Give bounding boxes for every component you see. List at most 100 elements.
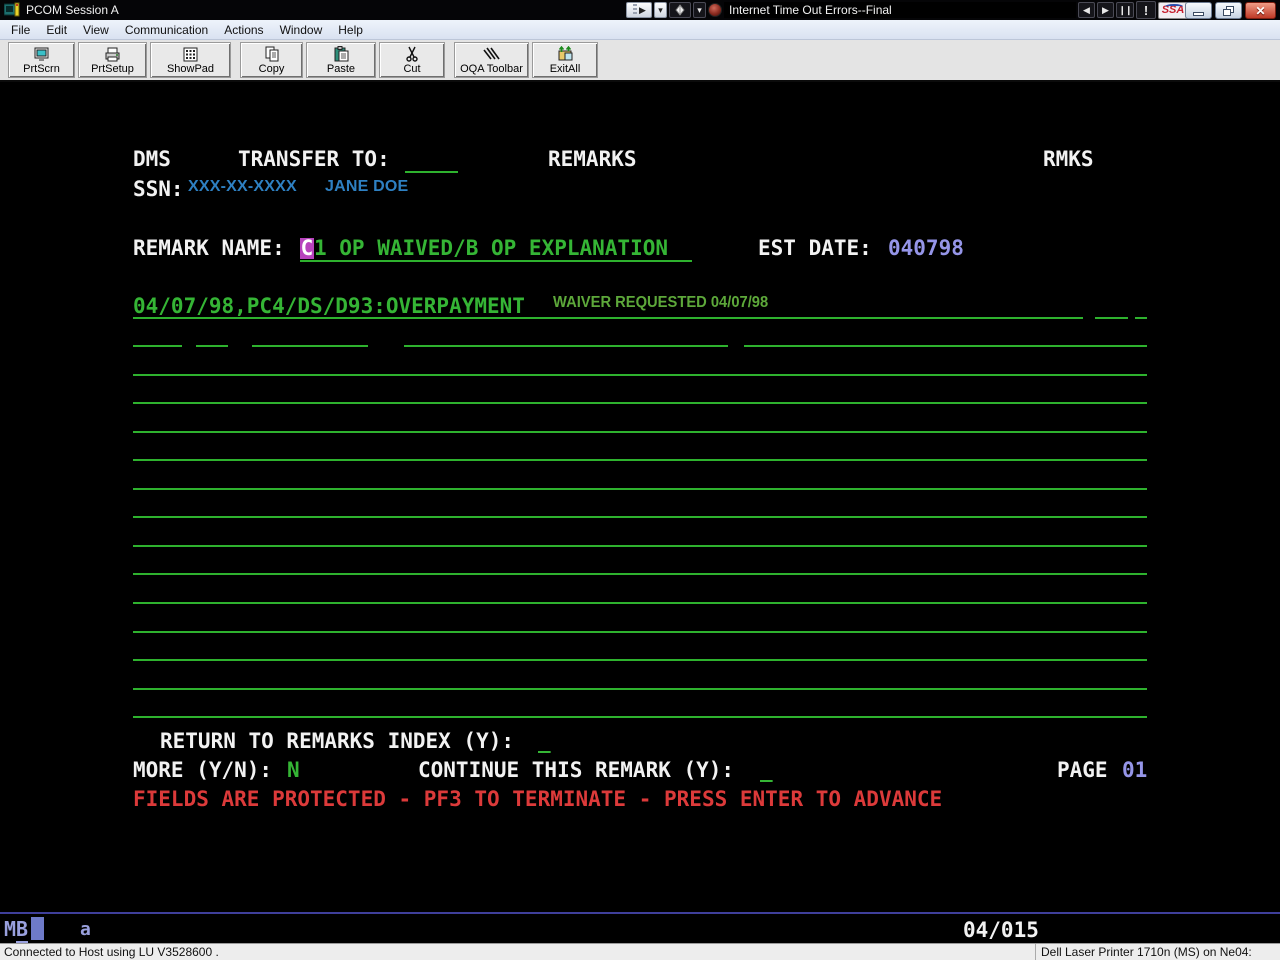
blank-input-line[interactable]	[744, 345, 1147, 347]
blank-input-line[interactable]	[196, 345, 228, 347]
tts-caption: Internet Time Out Errors--Final	[724, 2, 1076, 18]
blank-input-line[interactable]	[133, 573, 1147, 575]
voice-options-dropdown[interactable]: ▾	[693, 2, 706, 18]
oia-cursor-block	[31, 917, 44, 940]
terminal-cursor[interactable]: C	[300, 238, 314, 259]
menu-help[interactable]: Help	[330, 20, 371, 40]
transfer-to-field[interactable]	[405, 171, 458, 173]
return-index-label: RETURN TO REMARKS INDEX (Y):	[160, 731, 514, 752]
page-label: PAGE	[1057, 760, 1108, 781]
alert-button[interactable]: !	[1136, 1, 1156, 19]
chevron-down-icon: ▾	[697, 5, 702, 16]
blank-input-line[interactable]	[133, 345, 182, 347]
remark-overlay-text: WAIVER REQUESTED 04/07/98	[553, 294, 768, 312]
blank-input-line[interactable]	[133, 716, 1147, 718]
remark-name-label: REMARK NAME:	[133, 238, 285, 259]
next-icon: ▶	[1102, 5, 1109, 16]
copy-button[interactable]: Copy	[240, 42, 303, 78]
ssn-label: SSN:	[133, 179, 184, 200]
paste-button[interactable]: Paste	[306, 42, 376, 78]
remark-text-line1: 04/07/98,PC4/DS/D93:OVERPAYMENT	[133, 296, 525, 317]
window-title: PCOM Session A	[26, 3, 119, 17]
prtscrn-button[interactable]: PrtScrn	[8, 42, 75, 78]
cursor-position: 04/015	[963, 918, 1039, 942]
blank-input-line[interactable]	[133, 631, 1147, 633]
play-options-dropdown[interactable]: ▾	[654, 2, 667, 18]
next-button[interactable]: ▶	[1097, 2, 1114, 18]
menu-actions[interactable]: Actions	[216, 20, 271, 40]
pcom-window: PCOM Session A ▶ ▾ ▾ Internet Time Out E…	[0, 0, 1280, 960]
globe-icon[interactable]	[708, 3, 722, 17]
connection-status: Connected to Host using LU V3528600 .	[4, 945, 219, 959]
print-screen-icon	[33, 47, 50, 62]
exitall-button[interactable]: ExitAll	[532, 42, 598, 78]
blank-input-line[interactable]	[133, 459, 1147, 461]
pcom-app-icon	[4, 2, 20, 18]
return-index-field[interactable]: _	[538, 731, 551, 752]
blank-input-line[interactable]	[252, 345, 368, 347]
blank-input-line[interactable]	[133, 488, 1147, 490]
minimize-button[interactable]	[1185, 2, 1212, 19]
minimize-icon	[1193, 12, 1204, 16]
blank-input-line[interactable]	[133, 516, 1147, 518]
keypad-icon	[183, 47, 198, 62]
ssa-arc-icon	[1165, 4, 1183, 9]
oqa-toolbar-button[interactable]: OQA Toolbar	[454, 42, 529, 78]
document-icon	[674, 4, 686, 16]
previous-button[interactable]: ◀	[1078, 2, 1095, 18]
exit-icon	[557, 46, 574, 62]
toolbar-group-misc: OQA Toolbar ExitAll	[454, 42, 598, 78]
status-bar: Connected to Host using LU V3528600 . De…	[0, 943, 1280, 960]
printer-status: Dell Laser Printer 1710n (MS) on Ne04:	[1041, 945, 1252, 959]
screen-title: REMARKS	[548, 149, 637, 170]
more-value[interactable]: N	[287, 760, 300, 781]
blank-input-line[interactable]	[133, 317, 1083, 319]
status-message: FIELDS ARE PROTECTED - PF3 TO TERMINATE …	[133, 789, 942, 810]
pause-button[interactable]: ❙❙	[1116, 2, 1134, 18]
blank-input-line[interactable]	[133, 431, 1147, 433]
est-date-label: EST DATE:	[758, 238, 872, 259]
blank-input-line[interactable]	[1095, 317, 1128, 319]
transfer-to-label: TRANSFER TO:	[238, 149, 390, 170]
person-name: JANE DOE	[325, 178, 408, 196]
cut-button[interactable]: Cut	[379, 42, 445, 78]
tts-toolbar: ▶ ▾ ▾ Internet Time Out Errors--Final ◀ …	[626, 1, 1188, 19]
continue-remark-field[interactable]: _	[760, 760, 773, 781]
ssa-logo: SSA	[1158, 2, 1188, 19]
previous-icon: ◀	[1083, 5, 1090, 16]
rmks-code: RMKS	[1043, 149, 1094, 170]
blank-input-line[interactable]	[133, 602, 1147, 604]
document-button[interactable]	[669, 2, 691, 18]
remark-name-value[interactable]: 1 OP WAIVED/B OP EXPLANATION	[314, 238, 668, 259]
title-bar: PCOM Session A ▶ ▾ ▾ Internet Time Out E…	[0, 0, 1280, 20]
blank-input-line[interactable]	[404, 345, 728, 347]
toolbar-group-clipboard: Copy Paste Cut	[240, 42, 445, 78]
menu-view[interactable]: View	[75, 20, 117, 40]
blank-input-line[interactable]	[133, 374, 1147, 376]
blank-input-line[interactable]	[133, 659, 1147, 661]
oia-indicator: MB	[4, 917, 28, 941]
pause-icon: ❙❙	[1118, 5, 1131, 16]
remark-name-field[interactable]	[300, 260, 692, 262]
close-button[interactable]: ✕	[1245, 2, 1276, 19]
blank-input-line[interactable]	[133, 688, 1147, 690]
play-button[interactable]: ▶	[626, 2, 652, 18]
menu-file[interactable]: File	[3, 20, 38, 40]
blank-input-line[interactable]	[133, 402, 1147, 404]
blank-input-line[interactable]	[133, 545, 1147, 547]
menu-bar: File Edit View Communication Actions Win…	[0, 20, 1280, 40]
blank-input-line[interactable]	[1135, 317, 1147, 319]
menu-window[interactable]: Window	[272, 20, 331, 40]
printer-setup-icon	[104, 47, 121, 62]
menu-communication[interactable]: Communication	[117, 20, 216, 40]
play-icon: ▶	[639, 5, 646, 16]
prtsetup-button[interactable]: PrtSetup	[78, 42, 147, 78]
app-code: DMS	[133, 149, 171, 170]
alert-icon: !	[1144, 3, 1148, 18]
showpad-button[interactable]: ShowPad	[150, 42, 231, 78]
restore-icon	[1223, 6, 1234, 16]
restore-button[interactable]	[1215, 2, 1242, 19]
scissors-icon	[405, 46, 419, 62]
menu-edit[interactable]: Edit	[38, 20, 75, 40]
oia-status-row: MB a 04/015	[0, 912, 1280, 943]
